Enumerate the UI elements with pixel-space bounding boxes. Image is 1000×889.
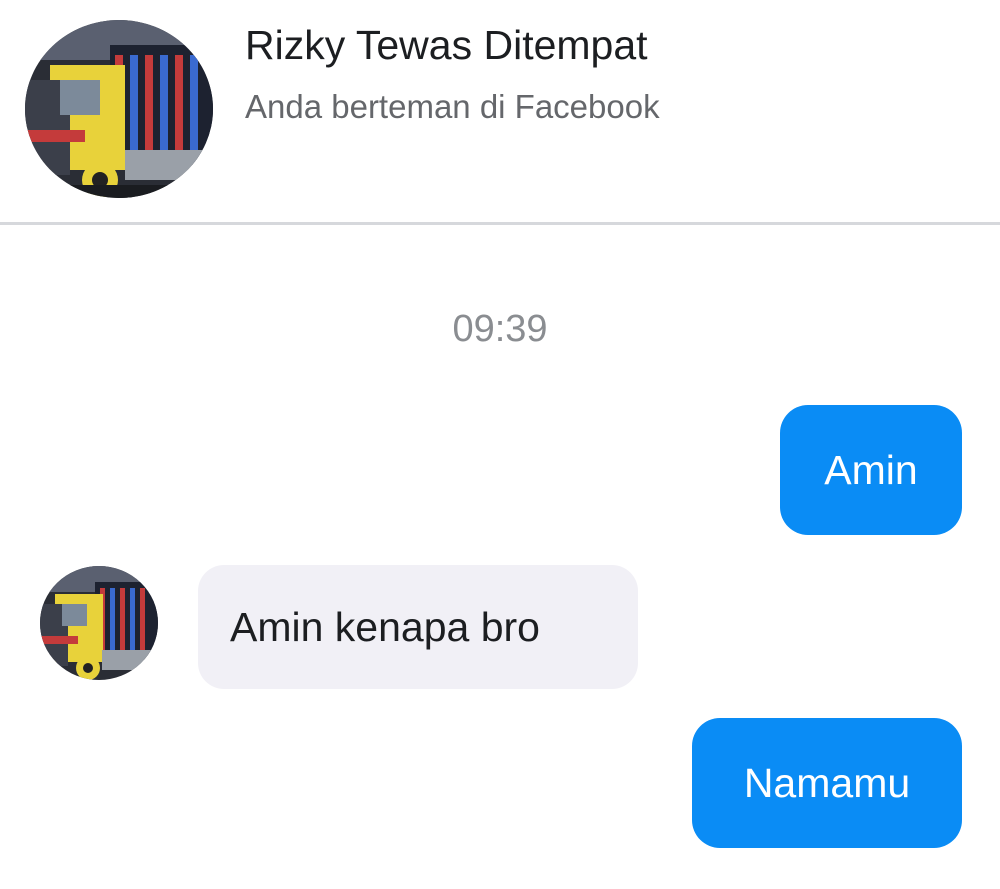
- contact-name[interactable]: Rizky Tewas Ditempat: [245, 22, 648, 69]
- message-text: Amin kenapa bro: [230, 603, 540, 650]
- outgoing-message-bubble[interactable]: Amin: [780, 405, 962, 535]
- friendship-status: Anda berteman di Facebook: [245, 88, 660, 125]
- outgoing-message-bubble[interactable]: Namamu: [692, 718, 962, 848]
- message-text: Namamu: [743, 759, 911, 806]
- contact-avatar[interactable]: [25, 20, 213, 198]
- chat-header: Rizky Tewas Ditempat Anda berteman di Fa…: [0, 0, 1000, 222]
- message-text: Amin: [824, 446, 918, 493]
- message-timestamp: 09:39: [452, 308, 548, 350]
- header-divider: [0, 222, 1000, 225]
- sender-avatar[interactable]: [40, 566, 158, 680]
- incoming-message-bubble[interactable]: Amin kenapa bro: [198, 565, 638, 689]
